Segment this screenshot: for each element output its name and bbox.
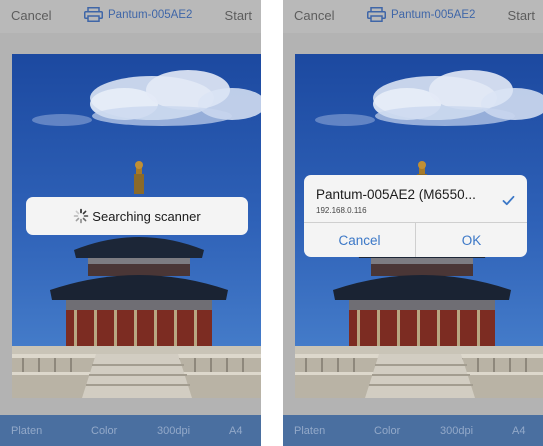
scanner-device-name[interactable]: Pantum-005AE2 (M6550... [316,187,476,202]
printer-icon [367,7,386,22]
paper-size-option[interactable]: A4 [229,425,242,437]
cancel-button[interactable]: Cancel [294,8,334,23]
color-mode-option[interactable]: Color [91,425,117,437]
source-option[interactable]: Platen [11,425,42,437]
source-option[interactable]: Platen [294,425,325,437]
checkmark-icon [502,195,515,206]
printer-icon [84,7,103,22]
printer-name: Pantum-005AE2 [108,8,193,21]
start-button[interactable]: Start [225,8,252,23]
printer-selector[interactable]: Pantum-005AE2 [84,7,192,22]
cancel-button[interactable]: Cancel [11,8,51,23]
scanner-ip-address: 192.168.0.116 [316,206,367,215]
scanner-select-dialog: Pantum-005AE2 (M6550... 192.168.0.116 Ca… [304,175,527,257]
dialog-cancel-button[interactable]: Cancel [304,223,415,257]
resolution-option[interactable]: 300dpi [440,425,473,437]
settings-bar: Platen Color 300dpi A4 [0,415,261,446]
start-button[interactable]: Start [508,8,535,23]
searching-text: Searching scanner [92,208,201,224]
nav-bar: Cancel Pantum-005AE2 Start [0,0,261,33]
printer-name: Pantum-005AE2 [391,8,476,21]
phone-screen-searching: Cancel Pantum-005AE2 Start Searching sca… [0,0,261,446]
spinner-icon [73,208,89,224]
printer-selector[interactable]: Pantum-005AE2 [367,7,475,22]
dialog-ok-button[interactable]: OK [416,223,527,257]
settings-bar: Platen Color 300dpi A4 [283,415,543,446]
resolution-option[interactable]: 300dpi [157,425,190,437]
nav-bar: Cancel Pantum-005AE2 Start [283,0,543,33]
phone-screen-select-scanner: Cancel Pantum-005AE2 Start Pantum-005AE2… [283,0,543,446]
searching-toast: Searching scanner [26,197,248,235]
paper-size-option[interactable]: A4 [512,425,525,437]
color-mode-option[interactable]: Color [374,425,400,437]
